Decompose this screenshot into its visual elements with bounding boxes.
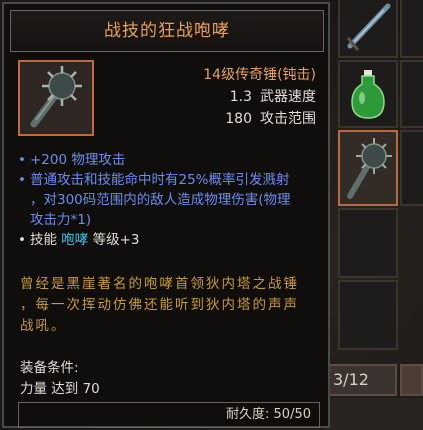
spiked-mace-icon xyxy=(347,138,392,199)
bullet-icon: • xyxy=(18,152,26,168)
green-potion-icon xyxy=(351,70,385,119)
affix-text: +200 物理攻击 xyxy=(30,152,126,168)
stack-counter: 3/12 xyxy=(325,364,397,396)
attack-range: 180 攻击范围 xyxy=(203,108,316,130)
affix-text: 普通攻击和技能命中时有25%概率引发溅射 xyxy=(30,172,290,188)
item-tooltip: 战技的狂战咆哮 14级传奇锤(钝击) 1.3 武器速度 180 攻击范围 • +20… xyxy=(2,2,330,428)
sword-icon xyxy=(346,3,391,51)
flavor-line: 曾经是黑崖著名的咆哮首领狄内塔之战锤 xyxy=(20,276,299,292)
equip-requirements: 装备条件: 力量 达到 70 xyxy=(20,358,100,400)
affix-splash: • 普通攻击和技能命中时有25%概率引发溅射 ，对300码范围内的敌人造成物理伤… xyxy=(18,170,323,230)
inventory-slot-empty[interactable] xyxy=(400,0,423,58)
item-summary: 14级传奇锤(钝击) 1.3 武器速度 180 攻击范围 xyxy=(203,64,316,130)
inventory-slot-empty[interactable] xyxy=(400,130,423,206)
bullet-icon: • xyxy=(18,232,26,248)
durability-bar: 耐久度: 50/50 xyxy=(18,402,320,428)
affix-text: 等级+3 xyxy=(92,232,140,248)
skill-name: 咆哮 xyxy=(61,232,89,248)
inventory-slot-mace-selected[interactable] xyxy=(338,130,398,206)
affix-text: 技能 xyxy=(30,232,57,248)
attack-range-value: 180 xyxy=(225,111,252,127)
item-rarity: 14级传奇锤(钝击) xyxy=(203,67,316,83)
requirements-heading: 装备条件: xyxy=(20,360,79,376)
bullet-icon: • xyxy=(18,172,26,188)
inventory-bottom-strip xyxy=(325,398,423,430)
spiked-mace-icon xyxy=(30,66,82,128)
inventory-slot-potion[interactable] xyxy=(338,60,398,128)
item-title: 战技的狂战咆哮 xyxy=(10,10,324,52)
weapon-speed: 1.3 武器速度 xyxy=(203,86,316,108)
weapon-speed-value: 1.3 xyxy=(229,89,252,105)
affix-text: 攻击力*1) xyxy=(30,212,92,228)
inventory-slot-empty[interactable] xyxy=(338,280,398,350)
flavor-line: ，每一次挥动仿佛还能听到狄内塔的声声 xyxy=(20,297,299,313)
requirement-strength: 力量 达到 70 xyxy=(20,381,100,397)
flavor-line: 战吼。 xyxy=(20,318,67,334)
affix-physical-attack: • +200 物理攻击 xyxy=(18,150,323,170)
flavor-text: 曾经是黑崖著名的咆哮首领狄内塔之战锤 ，每一次挥动仿佛还能听到狄内塔的声声 战吼… xyxy=(20,274,320,337)
inventory-slot-empty[interactable] xyxy=(400,60,423,128)
weapon-speed-label: 武器速度 xyxy=(260,89,316,105)
item-icon-frame xyxy=(18,60,94,136)
inventory-slot-sword[interactable] xyxy=(338,0,398,58)
item-affixes: • +200 物理攻击 • 普通攻击和技能命中时有25%概率引发溅射 ，对300… xyxy=(18,150,323,250)
inventory-slot-empty[interactable] xyxy=(400,364,423,396)
affix-skill-level: • 技能 咆哮 等级+3 xyxy=(18,230,323,250)
inventory-slot-empty[interactable] xyxy=(338,208,398,278)
affix-text: ，对300码范围内的敌人造成物理伤害(物理 xyxy=(30,192,291,208)
attack-range-label: 攻击范围 xyxy=(260,111,316,127)
